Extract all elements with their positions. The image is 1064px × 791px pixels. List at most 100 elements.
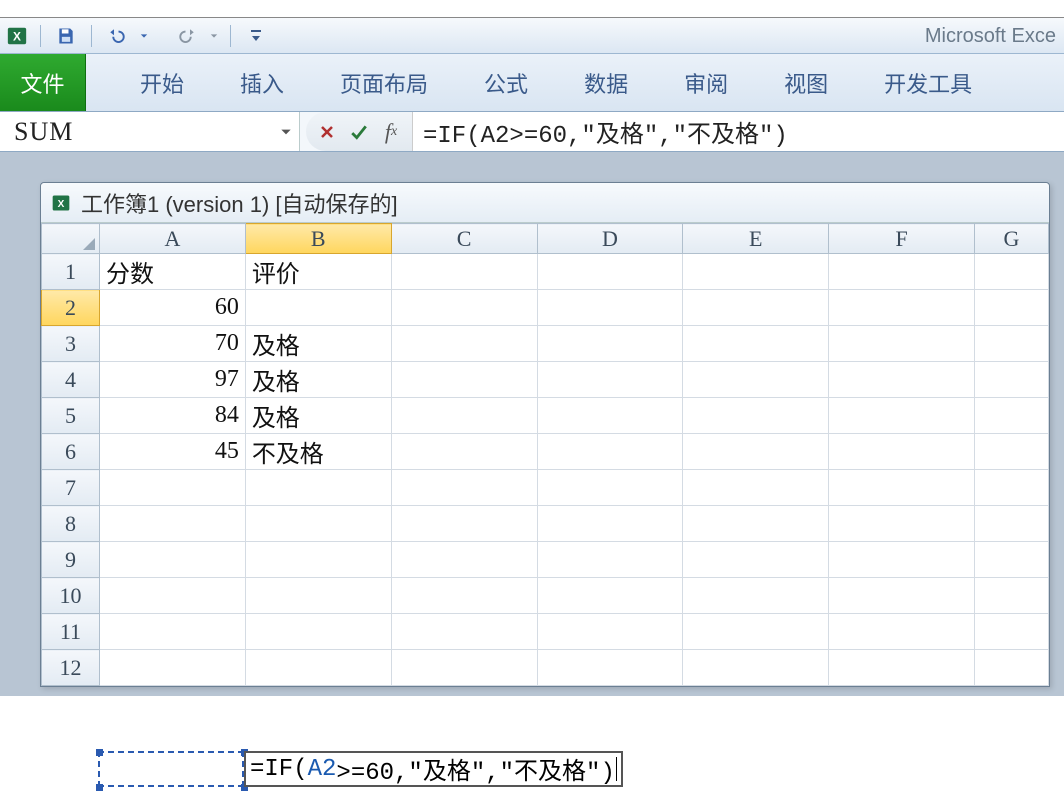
- cell-A8[interactable]: [99, 506, 245, 542]
- tab-0[interactable]: 开始: [138, 63, 186, 103]
- tab-2[interactable]: 页面布局: [338, 63, 430, 103]
- cell-G5[interactable]: [975, 398, 1049, 434]
- cell-G8[interactable]: [975, 506, 1049, 542]
- cell-G12[interactable]: [975, 650, 1049, 686]
- cell-D4[interactable]: [537, 362, 683, 398]
- cell-F3[interactable]: [829, 326, 975, 362]
- cell-D7[interactable]: [537, 470, 683, 506]
- cell-E10[interactable]: [683, 578, 829, 614]
- cell-G11[interactable]: [975, 614, 1049, 650]
- cell-F1[interactable]: [829, 254, 975, 290]
- row-header-10[interactable]: 10: [42, 578, 100, 614]
- cell-D2[interactable]: [537, 290, 683, 326]
- cell-A9[interactable]: [99, 542, 245, 578]
- cell-G6[interactable]: [975, 434, 1049, 470]
- cell-B1[interactable]: 评价: [245, 254, 391, 290]
- cell-E1[interactable]: [683, 254, 829, 290]
- cell-C7[interactable]: [391, 470, 537, 506]
- save-button[interactable]: [53, 23, 79, 49]
- cell-B3[interactable]: 及格: [245, 326, 391, 362]
- cell-B12[interactable]: [245, 650, 391, 686]
- spreadsheet-grid[interactable]: ABCDEFG1分数评价260370及格497及格584及格645不及格7891…: [41, 223, 1049, 686]
- row-header-4[interactable]: 4: [42, 362, 100, 398]
- cell-C8[interactable]: [391, 506, 537, 542]
- cell-E8[interactable]: [683, 506, 829, 542]
- cell-editor[interactable]: =IF(A2>=60,"及格","不及格"): [244, 751, 623, 787]
- tab-7[interactable]: 开发工具: [882, 63, 974, 103]
- cell-A6[interactable]: 45: [99, 434, 245, 470]
- cell-E7[interactable]: [683, 470, 829, 506]
- row-header-3[interactable]: 3: [42, 326, 100, 362]
- cell-A2[interactable]: 60: [99, 290, 245, 326]
- cell-E3[interactable]: [683, 326, 829, 362]
- tab-4[interactable]: 数据: [582, 63, 630, 103]
- row-header-6[interactable]: 6: [42, 434, 100, 470]
- cell-B11[interactable]: [245, 614, 391, 650]
- cell-D12[interactable]: [537, 650, 683, 686]
- cell-D6[interactable]: [537, 434, 683, 470]
- cell-B8[interactable]: [245, 506, 391, 542]
- cell-A7[interactable]: [99, 470, 245, 506]
- cell-F2[interactable]: [829, 290, 975, 326]
- cell-F10[interactable]: [829, 578, 975, 614]
- row-header-5[interactable]: 5: [42, 398, 100, 434]
- cell-F8[interactable]: [829, 506, 975, 542]
- tab-6[interactable]: 视图: [782, 63, 830, 103]
- cell-B7[interactable]: [245, 470, 391, 506]
- cell-A11[interactable]: [99, 614, 245, 650]
- cell-B5[interactable]: 及格: [245, 398, 391, 434]
- row-header-8[interactable]: 8: [42, 506, 100, 542]
- tab-5[interactable]: 审阅: [682, 63, 730, 103]
- cell-D10[interactable]: [537, 578, 683, 614]
- enter-button[interactable]: [344, 117, 374, 147]
- cell-F9[interactable]: [829, 542, 975, 578]
- cell-C10[interactable]: [391, 578, 537, 614]
- cell-E9[interactable]: [683, 542, 829, 578]
- cell-A5[interactable]: 84: [99, 398, 245, 434]
- undo-dropdown-icon[interactable]: [140, 32, 148, 40]
- cell-G2[interactable]: [975, 290, 1049, 326]
- redo-button[interactable]: [174, 23, 200, 49]
- name-box-dropdown-icon[interactable]: [279, 125, 293, 139]
- cell-G10[interactable]: [975, 578, 1049, 614]
- cell-A3[interactable]: 70: [99, 326, 245, 362]
- select-all-corner[interactable]: [42, 224, 100, 254]
- cell-G4[interactable]: [975, 362, 1049, 398]
- cell-C12[interactable]: [391, 650, 537, 686]
- cell-C5[interactable]: [391, 398, 537, 434]
- formula-input[interactable]: =IF(A2>=60,"及格","不及格"): [412, 112, 1064, 151]
- row-header-9[interactable]: 9: [42, 542, 100, 578]
- cell-C1[interactable]: [391, 254, 537, 290]
- undo-button[interactable]: [104, 23, 130, 49]
- tab-1[interactable]: 插入: [238, 63, 286, 103]
- cell-E12[interactable]: [683, 650, 829, 686]
- cell-G9[interactable]: [975, 542, 1049, 578]
- file-tab[interactable]: 文件: [0, 54, 86, 111]
- customize-qat-button[interactable]: [243, 23, 269, 49]
- cell-D1[interactable]: [537, 254, 683, 290]
- cell-E2[interactable]: [683, 290, 829, 326]
- cell-D3[interactable]: [537, 326, 683, 362]
- cell-G1[interactable]: [975, 254, 1049, 290]
- name-box[interactable]: SUM: [0, 112, 300, 151]
- row-header-12[interactable]: 12: [42, 650, 100, 686]
- cell-E4[interactable]: [683, 362, 829, 398]
- cell-A4[interactable]: 97: [99, 362, 245, 398]
- cell-F4[interactable]: [829, 362, 975, 398]
- cell-C3[interactable]: [391, 326, 537, 362]
- cell-C9[interactable]: [391, 542, 537, 578]
- row-header-11[interactable]: 11: [42, 614, 100, 650]
- column-header-E[interactable]: E: [683, 224, 829, 254]
- cell-C2[interactable]: [391, 290, 537, 326]
- cell-C4[interactable]: [391, 362, 537, 398]
- cell-B10[interactable]: [245, 578, 391, 614]
- cell-F11[interactable]: [829, 614, 975, 650]
- cell-D11[interactable]: [537, 614, 683, 650]
- column-header-F[interactable]: F: [829, 224, 975, 254]
- cell-D8[interactable]: [537, 506, 683, 542]
- cell-B6[interactable]: 不及格: [245, 434, 391, 470]
- cell-F5[interactable]: [829, 398, 975, 434]
- column-header-G[interactable]: G: [975, 224, 1049, 254]
- cancel-button[interactable]: [312, 117, 342, 147]
- row-header-7[interactable]: 7: [42, 470, 100, 506]
